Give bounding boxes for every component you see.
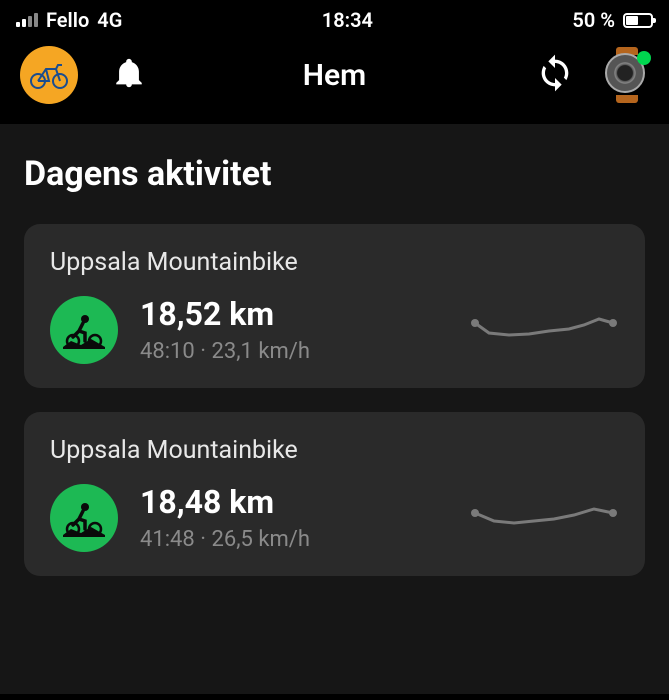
activity-card[interactable]: Uppsala Mountainbike 18,52 km 48:10 · 23… — [24, 224, 645, 388]
activity-title: Uppsala Mountainbike — [50, 436, 619, 465]
activity-card[interactable]: Uppsala Mountainbike 18,48 km 41:48 · 26… — [24, 412, 645, 576]
device-button[interactable] — [605, 53, 649, 97]
content-area: Dagens aktivitet Uppsala Mountainbike 18… — [0, 124, 669, 694]
activity-distance: 18,48 km — [140, 483, 447, 521]
status-left: Fello 4G — [16, 8, 122, 32]
sync-icon — [535, 53, 575, 93]
bell-icon — [112, 56, 146, 90]
activity-speed: 26,5 km/h — [211, 527, 310, 552]
nav-bar: Hem — [0, 36, 669, 124]
page-title: Hem — [303, 58, 366, 93]
activity-title: Uppsala Mountainbike — [50, 248, 619, 277]
activity-speed: 23,1 km/h — [211, 339, 310, 364]
activity-sparkline — [469, 305, 619, 355]
device-status-dot — [637, 51, 651, 65]
clock-label: 18:34 — [322, 8, 373, 32]
sync-button[interactable] — [535, 53, 575, 97]
bike-icon — [29, 61, 69, 89]
activity-sparkline — [469, 493, 619, 543]
battery-percent-label: 50 % — [572, 8, 615, 32]
mountainbike-icon — [50, 296, 118, 364]
activity-distance: 18,52 km — [140, 295, 447, 333]
network-label: 4G — [97, 8, 122, 32]
notifications-button[interactable] — [112, 56, 146, 94]
carrier-label: Fello — [46, 8, 89, 32]
section-title: Dagens aktivitet — [24, 154, 645, 194]
activity-duration: 41:48 — [140, 527, 195, 552]
status-bar: Fello 4G 18:34 50 % — [0, 0, 669, 36]
signal-strength-icon — [16, 13, 38, 27]
status-right: 50 % — [572, 8, 653, 32]
activity-meta: 41:48 · 26,5 km/h — [140, 527, 447, 552]
activity-duration: 48:10 — [140, 339, 195, 364]
battery-icon — [623, 13, 653, 28]
activity-meta: 48:10 · 23,1 km/h — [140, 339, 447, 364]
bike-profile-button[interactable] — [20, 46, 78, 104]
mountainbike-icon — [50, 484, 118, 552]
